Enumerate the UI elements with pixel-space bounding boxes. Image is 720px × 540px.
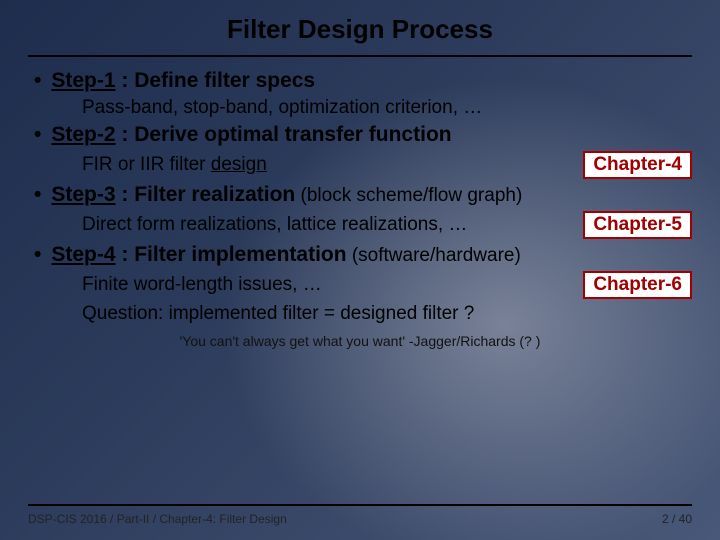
page-number: 2 / 40 — [662, 512, 692, 526]
step-heading-text: Step-4 : Filter implementation (software… — [51, 243, 520, 267]
step-rest: : Filter realization — [116, 183, 296, 206]
bullet-icon: • — [34, 123, 41, 147]
step-2: • Step-2 : Derive optimal transfer funct… — [34, 123, 692, 179]
step-3-heading: • Step-3 : Filter realization (block sch… — [34, 183, 692, 207]
step-paren: (software/hardware) — [347, 245, 521, 266]
step-2-heading: • Step-2 : Derive optimal transfer funct… — [34, 123, 692, 147]
step-list: • Step-1 : Define filter specs Pass-band… — [28, 69, 692, 325]
step-label: Step-1 — [51, 69, 115, 92]
quote-line: 'You can't always get what you want' -Ja… — [28, 333, 692, 349]
step-4: • Step-4 : Filter implementation (softwa… — [34, 243, 692, 325]
step-2-sub-1: FIR or IIR filter design Chapter-4 — [34, 151, 692, 179]
step-label: Step-3 — [51, 183, 115, 206]
slide-title: Filter Design Process — [28, 14, 692, 45]
chapter-badge: Chapter-4 — [583, 151, 692, 179]
chapter-badge: Chapter-6 — [583, 271, 692, 299]
sub-text: Finite word-length issues, … — [82, 274, 575, 296]
step-4-heading: • Step-4 : Filter implementation (softwa… — [34, 243, 692, 267]
content-area: • Step-1 : Define filter specs Pass-band… — [28, 57, 692, 349]
bullet-icon: • — [34, 183, 41, 207]
sub-text-underline: design — [211, 154, 267, 175]
step-4-sub-2: Question: implemented filter = designed … — [34, 303, 692, 325]
divider-bottom — [28, 504, 692, 506]
step-3-sub-1: Direct form realizations, lattice realiz… — [34, 211, 692, 239]
step-3: • Step-3 : Filter realization (block sch… — [34, 183, 692, 239]
footer: DSP-CIS 2016 / Part-II / Chapter-4: Filt… — [28, 504, 692, 526]
footer-row: DSP-CIS 2016 / Part-II / Chapter-4: Filt… — [28, 512, 692, 526]
sub-text: Pass-band, stop-band, optimization crite… — [82, 97, 692, 119]
step-rest: : Filter implementation — [116, 243, 347, 266]
step-4-sub-1: Finite word-length issues, … Chapter-6 — [34, 271, 692, 299]
step-heading-text: Step-3 : Filter realization (block schem… — [51, 183, 522, 207]
bullet-icon: • — [34, 69, 41, 93]
step-1-sub-1: Pass-band, stop-band, optimization crite… — [34, 97, 692, 119]
step-label: Step-2 — [51, 123, 115, 146]
bullet-icon: • — [34, 243, 41, 267]
slide: Filter Design Process • Step-1 : Define … — [0, 0, 720, 540]
chapter-badge: Chapter-5 — [583, 211, 692, 239]
sub-text-pre: FIR or IIR filter — [82, 154, 211, 175]
step-1-heading: • Step-1 : Define filter specs — [34, 69, 692, 93]
step-rest: : Define filter specs — [116, 69, 316, 92]
step-1: • Step-1 : Define filter specs Pass-band… — [34, 69, 692, 119]
sub-text: Question: implemented filter = designed … — [82, 303, 692, 325]
step-rest: : Derive optimal transfer function — [116, 123, 452, 146]
sub-text: FIR or IIR filter design — [82, 154, 575, 176]
step-heading-text: Step-1 : Define filter specs — [51, 69, 315, 93]
sub-text: Direct form realizations, lattice realiz… — [82, 214, 575, 236]
step-heading-text: Step-2 : Derive optimal transfer functio… — [51, 123, 451, 147]
step-paren: (block scheme/flow graph) — [295, 185, 522, 206]
footer-left: DSP-CIS 2016 / Part-II / Chapter-4: Filt… — [28, 512, 287, 526]
step-label: Step-4 — [51, 243, 115, 266]
